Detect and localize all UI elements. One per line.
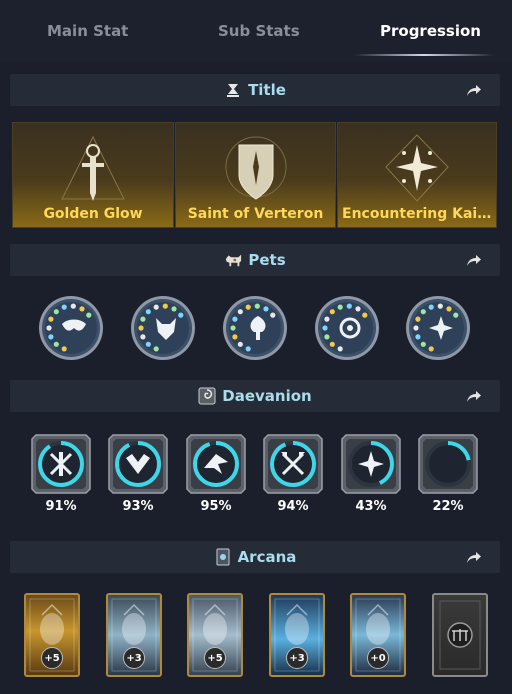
title-card-saint-of-verteron[interactable]: Saint of Verteron: [175, 122, 336, 228]
arcana-level-badge: +5: [41, 647, 63, 669]
arcana-icon: [216, 548, 230, 566]
pet-slot[interactable]: [222, 295, 288, 361]
active-tab-indicator: [354, 54, 494, 56]
daevanion-section-header: Daevanion: [10, 380, 500, 412]
daevanion-icon: [198, 387, 216, 405]
share-arrow-icon[interactable]: [464, 548, 482, 566]
daevanion-percent: 91%: [45, 499, 77, 514]
arcana-level-badge: +3: [286, 647, 308, 669]
arcana-card[interactable]: +5: [24, 593, 80, 677]
share-arrow-icon[interactable]: [464, 251, 482, 269]
arcana-card-locked[interactable]: [432, 593, 488, 677]
sparkle-diamond-icon: [385, 134, 449, 202]
title-name: Golden Glow: [43, 206, 143, 222]
title-section-header: Title: [10, 74, 500, 106]
pet-slot[interactable]: [130, 295, 196, 361]
tab-sub-stats[interactable]: Sub Stats: [218, 22, 300, 40]
tab-main-stat[interactable]: Main Stat: [47, 22, 128, 40]
daevanion-board[interactable]: [30, 433, 92, 495]
title-section-label: Title: [248, 81, 286, 99]
pet-slot[interactable]: [314, 295, 380, 361]
arcana-level-badge: +0: [367, 647, 389, 669]
title-card-encountering-kai[interactable]: Encountering Kai...: [337, 122, 497, 228]
daevanion-percent: 43%: [355, 499, 387, 514]
title-card-golden-glow[interactable]: Golden Glow: [12, 122, 174, 228]
pets-section-label: Pets: [248, 251, 286, 269]
tab-progression[interactable]: Progression: [380, 22, 481, 40]
daevanion-percent: 95%: [200, 499, 232, 514]
title-icon: [227, 84, 240, 97]
title-name: Saint of Verteron: [187, 206, 324, 222]
locked-card-icon: [439, 600, 481, 670]
arcana-level-badge: +5: [204, 647, 226, 669]
daevanion-percent: 93%: [122, 499, 154, 514]
daevanion-board[interactable]: [417, 433, 479, 495]
daevanion-board[interactable]: [107, 433, 169, 495]
arcana-card[interactable]: +5: [187, 593, 243, 677]
daevanion-section-label: Daevanion: [222, 387, 312, 405]
tab-bar: Main Stat Sub Stats Progression: [0, 0, 512, 62]
daevanion-board[interactable]: [340, 433, 402, 495]
arcana-card[interactable]: +3: [106, 593, 162, 677]
arcana-level-badge: +3: [123, 647, 145, 669]
pets-section-header: Pets: [10, 244, 500, 276]
daevanion-board[interactable]: [262, 433, 324, 495]
pet-icon: [226, 254, 242, 267]
pet-slot[interactable]: [405, 295, 471, 361]
pet-slot[interactable]: [38, 295, 104, 361]
arcana-section-header: Arcana: [10, 541, 500, 573]
share-arrow-icon[interactable]: [464, 387, 482, 405]
daevanion-percent: 94%: [277, 499, 309, 514]
daevanion-board[interactable]: [185, 433, 247, 495]
title-name: Encountering Kai...: [342, 206, 494, 222]
arcana-card[interactable]: +3: [269, 593, 325, 677]
sword-triangle-icon: [61, 135, 125, 201]
daevanion-percent: 22%: [432, 499, 464, 514]
shield-star-icon: [225, 136, 286, 200]
arcana-card[interactable]: +0: [350, 593, 406, 677]
arcana-section-label: Arcana: [237, 548, 297, 566]
share-arrow-icon[interactable]: [464, 81, 482, 99]
